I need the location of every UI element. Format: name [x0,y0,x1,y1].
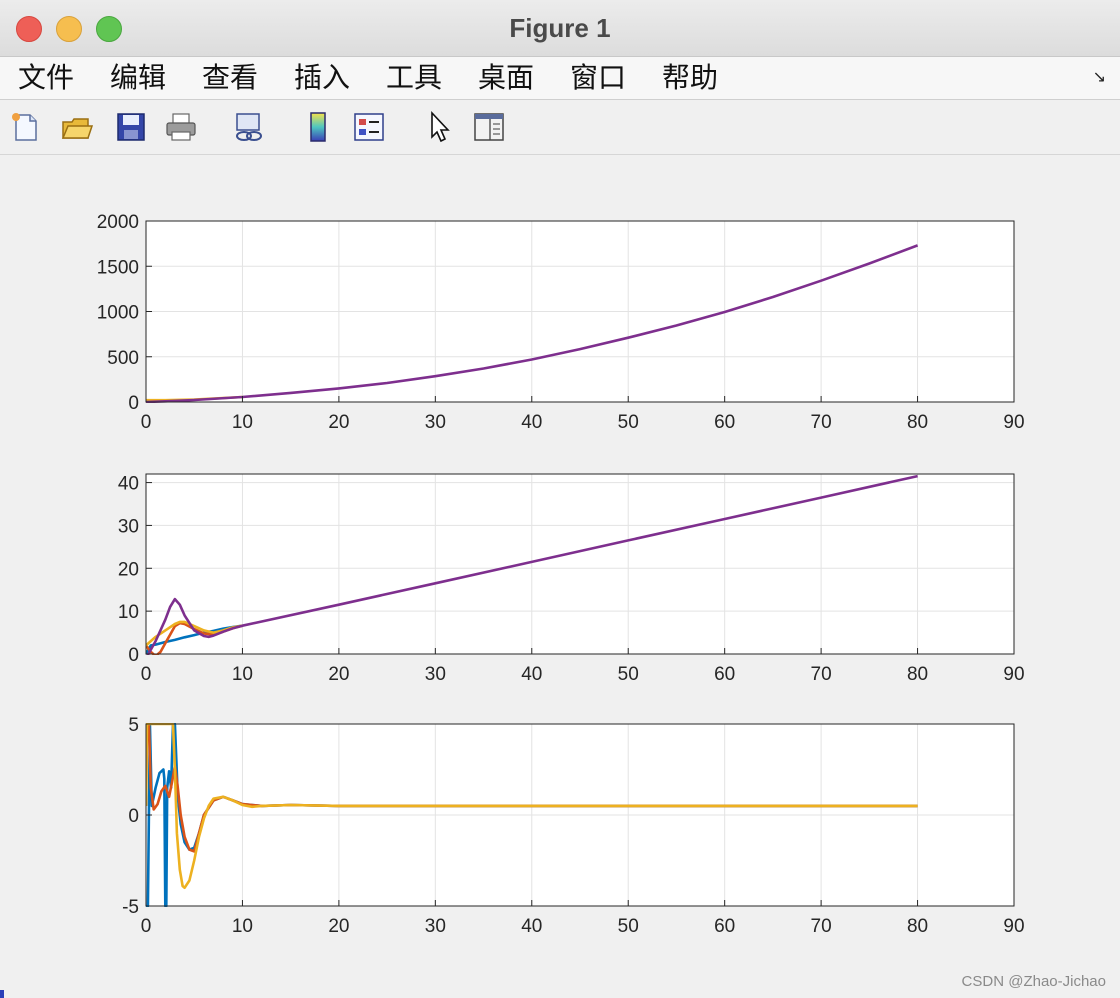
y-tick-label: -5 [122,897,139,918]
x-tick-label: 10 [232,916,253,937]
x-tick-label: 90 [1003,916,1024,937]
x-tick-label: 20 [328,412,349,433]
x-tick-label: 90 [1003,412,1024,433]
x-tick-label: 30 [425,916,446,937]
new-figure-icon[interactable] [8,110,42,144]
x-tick-label: 80 [907,916,928,937]
figure-window: Figure 1 文件 编辑 查看 插入 工具 桌面 窗口 帮助 ↘ 0 10 … [0,0,1120,998]
x-tick-label: 60 [714,412,735,433]
title-bar: Figure 1 [0,0,1120,57]
x-tick-label: 0 [141,916,152,937]
y-tick-label: 1000 [97,303,139,324]
link-icon[interactable] [232,110,266,144]
x-tick-label: 20 [328,664,349,685]
dock-arrow-icon[interactable]: ↘ [1093,67,1106,87]
x-tick-label: 50 [618,916,639,937]
menu-edit[interactable]: 编辑 [110,61,166,95]
x-tick-label: 70 [811,916,832,937]
x-tick-label: 0 [141,664,152,685]
y-tick-label: 40 [118,474,139,495]
menu-tools[interactable]: 工具 [386,61,442,95]
y-tick-label: 20 [118,559,139,580]
x-tick-label: 90 [1003,664,1024,685]
menu-file[interactable]: 文件 [18,61,74,95]
y-tick-label: 0 [128,393,139,414]
axes-1: 0 10 20 30 40 50 60 70 80 90 0 500 1000 1500 2000 [97,212,1025,433]
axes-2: 0 10 20 30 40 50 60 70 80 90 0 10 20 30 40 [118,473,1025,685]
x-tick-label: 30 [425,412,446,433]
open-file-icon[interactable] [60,110,94,144]
toolbar [0,100,1120,155]
x-tick-label: 30 [425,664,446,685]
colorbar-icon[interactable] [302,110,336,144]
y-tick-label: 500 [107,348,139,369]
x-tick-label: 10 [232,664,253,685]
x-tick-label: 20 [328,916,349,937]
save-icon[interactable] [114,110,148,144]
window-title: Figure 1 [509,13,611,43]
x-tick-label: 80 [907,664,928,685]
y-tick-label: 10 [118,602,139,623]
window-edge-mark [0,990,4,998]
x-tick-label: 10 [232,412,253,433]
x-tick-label: 70 [811,664,832,685]
y-tick-label: 2000 [97,212,139,233]
axes-3: 0 10 20 30 40 50 60 70 80 90-505 [122,715,1024,937]
x-tick-label: 50 [618,664,639,685]
y-tick-label: 0 [128,806,139,827]
pointer-icon[interactable] [422,110,456,144]
x-tick-label: 60 [714,916,735,937]
menu-insert[interactable]: 插入 [294,61,350,95]
x-tick-label: 40 [521,412,542,433]
print-icon[interactable] [164,110,198,144]
menu-view[interactable]: 查看 [202,61,258,95]
axes-background [146,474,1014,654]
x-tick-label: 80 [907,412,928,433]
legend-icon[interactable] [352,110,386,144]
y-tick-label: 1500 [97,257,139,278]
x-tick-label: 50 [618,412,639,433]
x-tick-label: 40 [521,916,542,937]
x-tick-label: 0 [141,412,152,433]
menu-desktop[interactable]: 桌面 [478,61,534,95]
property-panel-icon[interactable] [472,110,506,144]
x-tick-label: 40 [521,664,542,685]
y-tick-label: 0 [128,645,139,666]
menu-help[interactable]: 帮助 [662,61,718,95]
x-tick-label: 60 [714,664,735,685]
y-tick-label: 30 [118,516,139,537]
menu-bar: 文件 编辑 查看 插入 工具 桌面 窗口 帮助 ↘ [0,57,1120,100]
y-tick-label: 5 [128,715,139,736]
plots-canvas: 0 10 20 30 40 50 60 70 80 9005001000150020000 10 20… [97,212,1025,937]
watermark: CSDN @Zhao-Jichao [961,973,1106,990]
menu-window[interactable]: 窗口 [570,61,626,95]
x-tick-label: 70 [811,412,832,433]
